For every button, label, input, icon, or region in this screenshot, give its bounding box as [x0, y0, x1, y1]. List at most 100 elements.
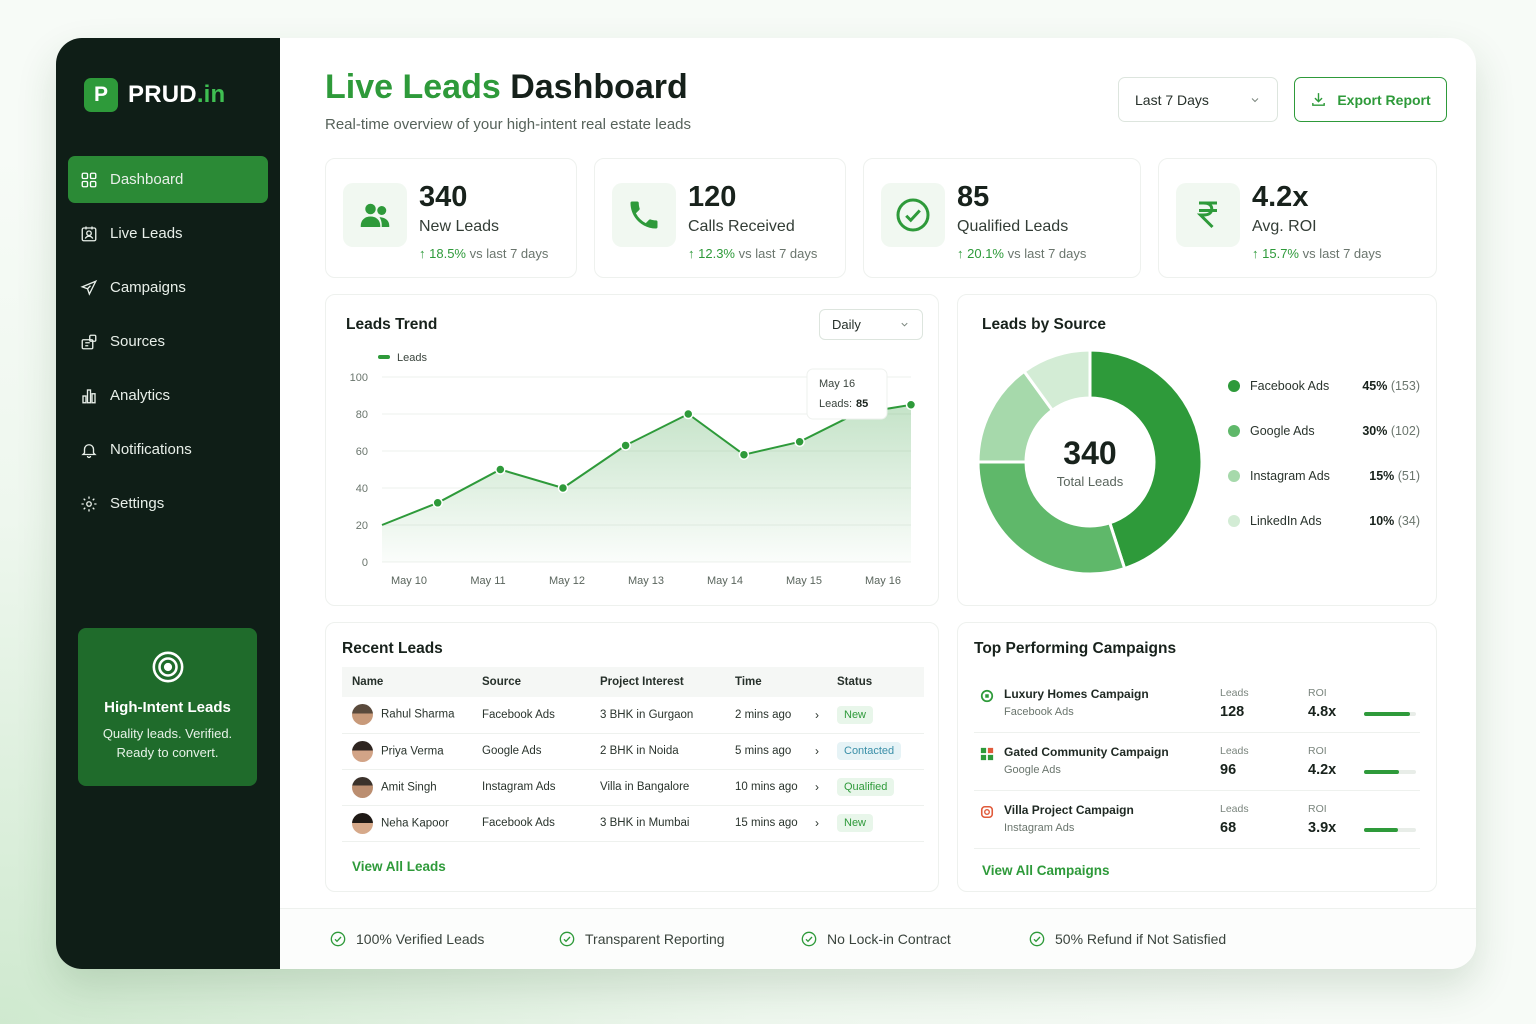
chevron-right-icon[interactable]: › [805, 733, 827, 770]
y-tick-label: 20 [356, 520, 368, 532]
lead-project: Villa in Bangalore [590, 769, 725, 806]
sidebar-item-settings[interactable]: Settings [68, 480, 268, 527]
lead-time: 2 mins ago [725, 697, 805, 734]
lead-status-cell: New [827, 805, 924, 842]
roi-progress-fill [1364, 712, 1410, 716]
leads-by-source-title: Leads by Source [982, 316, 1107, 333]
stat-change-value: 15.7% [1262, 246, 1299, 261]
stat-value: 120 [688, 181, 737, 213]
arrow-up-icon: ↑ [1252, 246, 1263, 261]
lead-source: Google Ads [472, 733, 590, 770]
date-range-select[interactable]: Last 7 Days [1118, 77, 1278, 122]
sidebar-item-analytics[interactable]: Analytics [68, 372, 268, 419]
lead-time: 15 mins ago [725, 805, 805, 842]
legend-dot [1228, 470, 1240, 482]
lead-name: Amit Singh [381, 781, 437, 794]
table-row[interactable]: Neha Kapoor Facebook Ads 3 BHK in Mumbai… [342, 805, 924, 842]
avatar [352, 812, 373, 834]
arrow-up-icon: ↑ [688, 246, 699, 261]
lead-status-cell: New [827, 697, 924, 734]
lead-name-cell: Priya Verma [342, 733, 472, 770]
campaign-row[interactable]: Villa Project Campaign Instagram Ads Lea… [974, 791, 1420, 849]
arrow-up-icon: ↑ [957, 246, 968, 261]
legend-name: Google Ads [1250, 424, 1315, 438]
campaign-row[interactable]: Luxury Homes Campaign Facebook Ads Leads… [974, 675, 1420, 733]
top-campaigns-card: Top Performing Campaigns Luxury Homes Ca… [957, 622, 1437, 892]
chevron-right-icon[interactable]: › [805, 697, 827, 734]
campaign-source: Instagram Ads [1004, 822, 1075, 834]
table-row[interactable]: Amit Singh Instagram Ads Villa in Bangal… [342, 769, 924, 806]
sidebar-item-label: Dashboard [110, 171, 184, 188]
promo-card: High-Intent Leads Quality leads. Verifie… [78, 628, 257, 786]
stat-value: 85 [957, 181, 990, 213]
sidebar-item-campaigns[interactable]: Campaigns [68, 264, 268, 311]
footer-item-label: 50% Refund if Not Satisfied [1055, 931, 1227, 947]
stat-change: ↑ 18.5% vs last 7 days [419, 246, 548, 261]
legend-label: Leads [397, 352, 427, 364]
stat-change-suffix: vs last 7 days [1007, 246, 1087, 261]
lead-status-cell: Contacted [827, 733, 924, 770]
stat-change-value: 20.1% [967, 246, 1004, 261]
sidebar-item-sources[interactable]: Sources [68, 318, 268, 365]
campaign-source: Google Ads [1004, 764, 1061, 776]
export-report-button[interactable]: Export Report [1294, 77, 1447, 122]
campaign-leads-label: Leads [1220, 687, 1249, 699]
sidebar-item-live-leads[interactable]: Live Leads [68, 210, 268, 257]
export-report-label: Export Report [1337, 91, 1431, 108]
footer-item-label: 100% Verified Leads [356, 931, 485, 947]
view-all-leads-link[interactable]: View All Leads [352, 859, 446, 874]
brand-logo[interactable]: P PRUD.in [84, 78, 225, 112]
campaign-roi-label: ROI [1308, 745, 1327, 757]
target-icon [152, 651, 183, 683]
col-name: Name [342, 667, 472, 697]
stat-card-calls: 120 Calls Received ↑ 12.3% vs last 7 day… [594, 158, 846, 278]
lead-project: 3 BHK in Gurgaon [590, 697, 725, 734]
leads-by-source-card: Leads by Source 340 Total Leads Facebook … [957, 294, 1437, 606]
campaign-leads: 96 [1220, 762, 1237, 778]
sidebar-item-notifications[interactable]: Notifications [68, 426, 268, 473]
page-subtitle: Real-time overview of your high-intent r… [325, 116, 692, 133]
lead-name-cell: Rahul Sharma [342, 697, 472, 734]
footer-item-label: Transparent Reporting [585, 931, 725, 947]
legend-name: LinkedIn Ads [1250, 514, 1322, 528]
stat-label: Qualified Leads [957, 218, 1069, 235]
campaign-source: Facebook Ads [1004, 706, 1074, 718]
legend-swatch [378, 355, 390, 359]
campaign-name: Luxury Homes Campaign [1004, 687, 1149, 701]
chevron-right-icon[interactable]: › [805, 769, 827, 806]
campaign-leads-label: Leads [1220, 745, 1249, 757]
stat-change: ↑ 12.3% vs last 7 days [688, 246, 817, 261]
top-campaigns-title: Top Performing Campaigns [974, 640, 1177, 657]
lead-status-cell: Qualified [827, 769, 924, 806]
chevron-right-icon[interactable]: › [805, 805, 827, 842]
x-tick-label: May 15 [786, 575, 822, 587]
avatar [352, 776, 373, 798]
source-donut-chart: 340 Total Leads [976, 348, 1204, 576]
campaign-row[interactable]: Gated Community Campaign Google Ads Lead… [974, 733, 1420, 791]
footer-item: 50% Refund if Not Satisfied [1029, 931, 1226, 947]
avatar [352, 740, 373, 762]
stat-icon-box [612, 183, 676, 247]
phone-icon [630, 201, 658, 229]
page-title-rest: Dashboard [500, 68, 688, 106]
legend-dot [1228, 425, 1240, 437]
view-all-campaigns-link[interactable]: View All Campaigns [982, 863, 1110, 878]
campaign-roi: 4.2x [1308, 762, 1337, 778]
facebook-campaign-icon [980, 689, 994, 703]
table-row[interactable]: Rahul Sharma Facebook Ads 3 BHK in Gurga… [342, 697, 924, 734]
legend-name: Facebook Ads [1250, 379, 1330, 393]
col-project: Project Interest [590, 667, 725, 697]
legend-percent: 15% [1369, 469, 1398, 483]
legend-count: (102) [1390, 424, 1420, 438]
stat-change-suffix: vs last 7 days [469, 246, 549, 261]
campaign-leads-label: Leads [1220, 803, 1249, 815]
gear-icon [81, 496, 97, 511]
table-row[interactable]: Priya Verma Google Ads 2 BHK in Noida 5 … [342, 733, 924, 770]
leads-trend-card: Leads Trend Daily 0 20 40 60 80 100 May 10 May … [325, 294, 939, 606]
legend-value: 15% (51) [1369, 469, 1420, 483]
data-point [495, 464, 506, 475]
recent-leads-card: Recent Leads Name Source Project Interes… [325, 622, 939, 892]
sidebar-item-dashboard[interactable]: Dashboard [68, 156, 268, 203]
stat-label: Avg. ROI [1252, 218, 1317, 235]
trust-footer: 100% Verified Leads Transparent Reportin… [280, 908, 1476, 969]
